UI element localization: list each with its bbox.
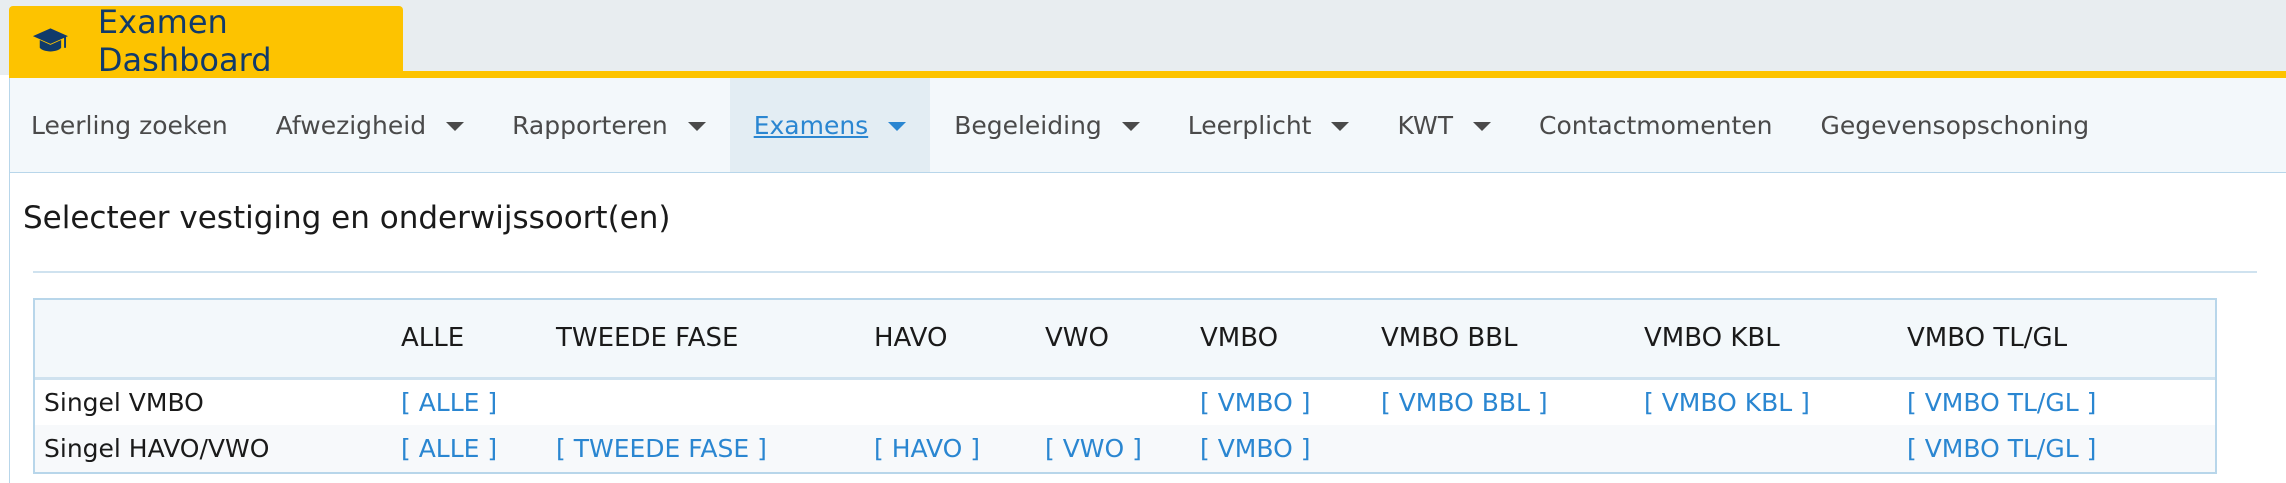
caret-down-icon [1121,121,1140,131]
nav-label: Rapporteren [512,110,668,140]
caret-down-icon [446,121,465,131]
column-header: VMBO [1191,300,1372,380]
accent-line [9,71,2286,78]
nav-label: Begeleiding [954,110,1102,140]
row-label: Singel HAVO/VWO [44,434,270,463]
nav-begeleiding[interactable]: Begeleiding [930,78,1164,172]
nav-label: Leerling zoeken [31,110,228,140]
nav-leerling-zoeken[interactable]: Leerling zoeken [10,78,252,172]
select-link[interactable]: [ VMBO TL/GL ] [1907,434,2096,463]
graduation-cap-icon [32,27,68,51]
app-title: Examen Dashboard [97,2,272,79]
table-row: Singel VMBO [ ALLE ] [ VMBO ] [ VMBO BBL… [35,378,2215,425]
select-link[interactable]: [ ALLE ] [401,434,497,463]
caret-down-icon [1472,121,1491,131]
nav-afwezigheid[interactable]: Afwezigheid [252,78,488,172]
nav-gegevensopschoning[interactable]: Gegevensopschoning [1797,78,2114,172]
column-header: HAVO [865,300,1036,380]
select-link[interactable]: [ VWO ] [1045,434,1142,463]
app-tab[interactable]: Examen Dashboard [9,3,403,79]
nav-contactmomenten[interactable]: Contactmomenten [1515,78,1797,172]
caret-down-icon [1331,121,1350,131]
nav-label: Afwezigheid [275,110,427,140]
nav-label: KWT [1397,110,1453,140]
table-row: Singel HAVO/VWO [ ALLE ] [ TWEEDE FASE ]… [35,425,2215,472]
column-header [35,300,392,380]
nav-examens[interactable]: Examens [729,78,931,172]
select-link[interactable]: [ VMBO KBL ] [1644,388,1810,417]
selection-table-container: ALLE TWEEDE FASE HAVO VWO VMBO VMBO BBL … [33,298,2217,474]
select-link[interactable]: [ VMBO BBL ] [1381,388,1548,417]
column-header: VMBO BBL [1372,300,1635,380]
column-header: VMBO KBL [1635,300,1898,380]
nav-label: Gegevensopschoning [1820,110,2090,140]
selection-table: ALLE TWEEDE FASE HAVO VWO VMBO VMBO BBL … [35,300,2215,472]
column-header: VWO [1036,300,1191,380]
select-link[interactable]: [ ALLE ] [401,388,497,417]
main-nav: Leerling zoeken Afwezigheid Rapporteren … [9,78,2286,173]
section-title: Selecteer vestiging en onderwijssoort(en… [23,200,671,236]
select-link[interactable]: [ VMBO ] [1200,434,1310,463]
caret-down-icon [687,121,706,131]
nav-label: Leerplicht [1187,110,1312,140]
caret-down-icon [888,121,907,131]
column-header: ALLE [392,300,547,380]
column-header: VMBO TL/GL [1898,300,2215,380]
row-label: Singel VMBO [44,387,204,417]
nav-rapporteren[interactable]: Rapporteren [488,78,730,172]
nav-label: Contactmomenten [1538,110,1773,140]
top-bar: Examen Dashboard [0,0,2286,79]
select-link[interactable]: [ VMBO ] [1200,388,1310,417]
nav-label: Examens [753,110,869,140]
select-link[interactable]: [ TWEEDE FASE ] [556,434,767,463]
column-header: TWEEDE FASE [547,300,865,380]
nav-leerplicht[interactable]: Leerplicht [1164,78,1374,172]
nav-kwt[interactable]: KWT [1373,78,1515,172]
table-header-row: ALLE TWEEDE FASE HAVO VWO VMBO VMBO BBL … [35,300,2215,380]
select-link[interactable]: [ VMBO TL/GL ] [1907,388,2096,417]
section-divider [33,271,2257,273]
select-link[interactable]: [ HAVO ] [874,434,980,463]
